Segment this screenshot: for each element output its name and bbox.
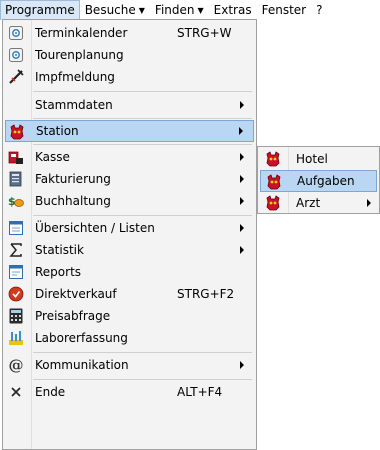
sigma-icon bbox=[8, 242, 24, 258]
menu-item-statistik[interactable]: Statistik bbox=[5, 239, 254, 261]
submenu-item-label: Arzt bbox=[296, 196, 321, 210]
menu-item-label: Preisabfrage bbox=[35, 309, 111, 323]
submenu-arrow-icon bbox=[240, 197, 244, 205]
menu-fenster[interactable]: Fenster bbox=[257, 0, 312, 20]
menu-item-impfmeldung[interactable]: Impfmeldung bbox=[5, 66, 254, 88]
menu-separator bbox=[33, 91, 252, 92]
animal-icon bbox=[266, 174, 282, 190]
menu-item-kommunikation[interactable]: @ Kommunikation bbox=[5, 354, 254, 376]
menu-item-label: Impfmeldung bbox=[35, 70, 115, 84]
menu-item-reports[interactable]: Reports bbox=[5, 261, 254, 283]
svg-text:$: $ bbox=[8, 195, 16, 208]
menu-item-label: Terminkalender bbox=[35, 26, 128, 40]
menu-item-terminkalender[interactable]: Terminkalender STRG+W bbox=[5, 22, 254, 44]
submenu-item-label: Aufgaben bbox=[297, 174, 355, 188]
menu-item-ende[interactable]: Ende ALT+F4 bbox=[5, 381, 254, 403]
list-window-icon bbox=[8, 220, 24, 236]
shortcut-text: STRG+W bbox=[177, 26, 232, 40]
calculator-icon bbox=[8, 308, 24, 324]
money-icon: $ bbox=[8, 193, 24, 209]
menu-item-preisabfrage[interactable]: Preisabfrage bbox=[5, 305, 254, 327]
submenu-item-arzt[interactable]: Arzt bbox=[260, 192, 377, 214]
submenu-arrow-icon bbox=[240, 175, 244, 183]
menu-item-buchhaltung[interactable]: $ Buchhaltung bbox=[5, 190, 254, 212]
exit-x-icon bbox=[8, 384, 24, 400]
programme-dropdown: Terminkalender STRG+W Tourenplanung Impf… bbox=[2, 19, 257, 450]
menu-item-label: Übersichten / Listen bbox=[35, 221, 155, 235]
dropdown-arrow-icon: ▼ bbox=[197, 6, 204, 15]
submenu-arrow-icon bbox=[240, 224, 244, 232]
submenu-item-hotel[interactable]: Hotel bbox=[260, 148, 377, 170]
menu-item-laborerfassung[interactable]: Laborerfassung bbox=[5, 327, 254, 349]
dropdown-arrow-icon: ▼ bbox=[138, 6, 145, 15]
menu-item-tourenplanung[interactable]: Tourenplanung bbox=[5, 44, 254, 66]
menu-help[interactable]: ? bbox=[311, 0, 327, 20]
menu-item-direktverkauf[interactable]: Direktverkauf STRG+F2 bbox=[5, 283, 254, 305]
animal-icon bbox=[265, 151, 281, 167]
menu-besuche-label: Besuche bbox=[84, 3, 136, 17]
calendar-icon bbox=[8, 25, 24, 41]
menu-item-stammdaten[interactable]: Stammdaten bbox=[5, 94, 254, 116]
menu-item-label: Fakturierung bbox=[35, 172, 111, 186]
syringe-icon bbox=[8, 69, 24, 85]
menu-item-kasse[interactable]: Kasse bbox=[5, 146, 254, 168]
submenu-arrow-icon bbox=[240, 361, 244, 369]
menu-programme[interactable]: Programme bbox=[0, 0, 80, 20]
animal-icon bbox=[265, 195, 281, 211]
menu-bar: Programme Besuche ▼ Finden ▼ Extras Fenste… bbox=[0, 0, 380, 20]
menu-item-label: Reports bbox=[35, 265, 82, 279]
menu-item-label: Kommunikation bbox=[35, 358, 129, 372]
submenu-arrow-icon bbox=[240, 153, 244, 161]
at-icon: @ bbox=[8, 356, 24, 374]
menu-besuche[interactable]: Besuche ▼ bbox=[80, 0, 150, 20]
calendar-icon bbox=[8, 47, 24, 63]
station-submenu: Hotel Aufgaben Arzt bbox=[257, 146, 380, 214]
menu-finden[interactable]: Finden ▼ bbox=[150, 0, 209, 20]
submenu-item-label: Hotel bbox=[296, 152, 328, 166]
menu-item-label: Laborerfassung bbox=[35, 331, 128, 345]
animal-icon bbox=[9, 124, 25, 140]
submenu-arrow-icon bbox=[239, 127, 243, 135]
cash-register-icon bbox=[8, 149, 24, 165]
menu-separator bbox=[33, 118, 252, 119]
menu-item-label: Stammdaten bbox=[35, 98, 113, 112]
report-window-icon bbox=[8, 264, 24, 280]
menu-separator bbox=[33, 144, 252, 145]
submenu-arrow-icon bbox=[240, 101, 244, 109]
menu-item-label: Station bbox=[36, 124, 79, 138]
menu-item-uebersichten[interactable]: Übersichten / Listen bbox=[5, 217, 254, 239]
submenu-arrow-icon bbox=[367, 199, 371, 207]
menu-item-fakturierung[interactable]: Fakturierung bbox=[5, 168, 254, 190]
menu-item-label: Ende bbox=[35, 385, 66, 399]
menu-item-station[interactable]: Station bbox=[5, 120, 254, 142]
shortcut-text: ALT+F4 bbox=[177, 385, 223, 399]
lab-icon bbox=[8, 330, 24, 346]
sale-icon bbox=[8, 286, 24, 302]
menu-item-label: Buchhaltung bbox=[35, 194, 111, 208]
menu-separator bbox=[33, 215, 252, 216]
submenu-arrow-icon bbox=[240, 246, 244, 254]
shortcut-text: STRG+F2 bbox=[177, 287, 235, 301]
menu-item-label: Statistik bbox=[35, 243, 84, 257]
menu-item-label: Direktverkauf bbox=[35, 287, 117, 301]
menu-separator bbox=[33, 352, 252, 353]
menu-item-label: Kasse bbox=[35, 150, 70, 164]
menu-finden-label: Finden bbox=[154, 3, 195, 17]
menu-separator bbox=[33, 379, 252, 380]
menu-extras[interactable]: Extras bbox=[209, 0, 257, 20]
invoice-icon bbox=[8, 171, 24, 187]
menu-item-label: Tourenplanung bbox=[35, 48, 124, 62]
submenu-item-aufgaben[interactable]: Aufgaben bbox=[260, 170, 377, 192]
